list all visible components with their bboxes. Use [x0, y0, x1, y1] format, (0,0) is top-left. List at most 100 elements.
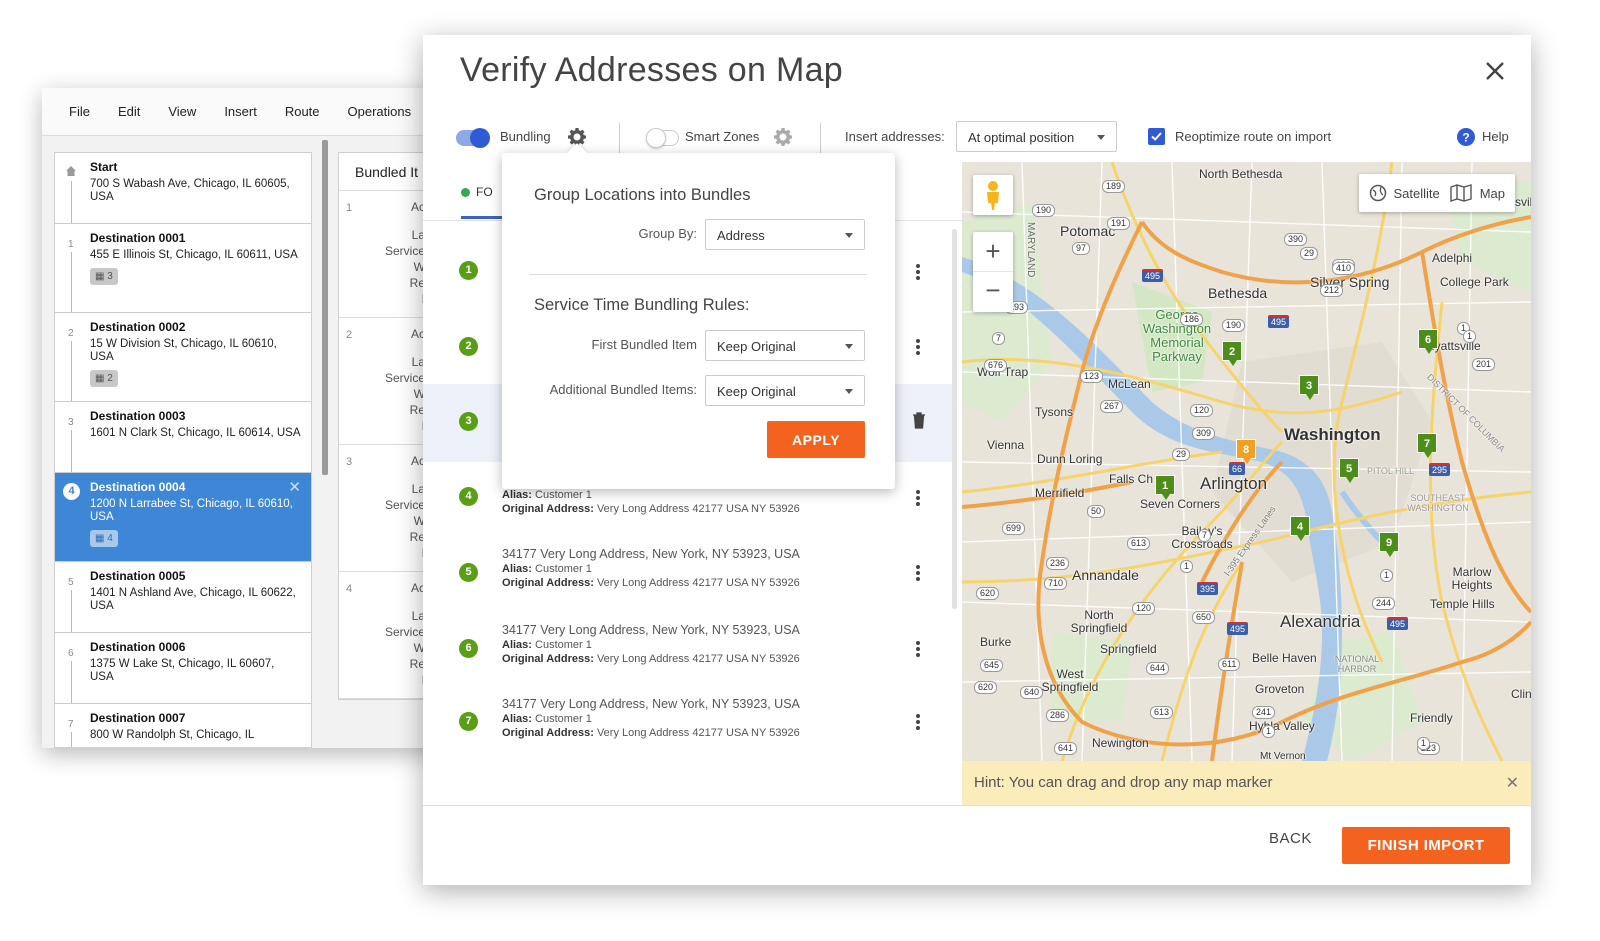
- insert-addresses-label: Insert addresses:: [845, 129, 945, 144]
- menu-route[interactable]: Route: [285, 104, 320, 119]
- field-label: La: [411, 609, 425, 623]
- menu-insert[interactable]: Insert: [224, 104, 257, 119]
- satellite-button[interactable]: Satellite: [1393, 186, 1439, 201]
- more-vert-icon[interactable]: [913, 640, 923, 658]
- place-label: Annandale: [1072, 567, 1139, 583]
- bundling-toggle[interactable]: [456, 128, 490, 148]
- map-marker-3[interactable]: 3: [1299, 375, 1319, 400]
- row-number-badge: 3: [459, 412, 478, 431]
- more-vert-icon[interactable]: [913, 338, 923, 356]
- place-label: North Springfield: [1070, 608, 1128, 635]
- menu-edit[interactable]: Edit: [118, 104, 140, 119]
- route-shield: 395: [1197, 582, 1219, 595]
- map-marker-9[interactable]: 9: [1379, 532, 1399, 557]
- map-button[interactable]: Map: [1480, 186, 1505, 201]
- gear-icon[interactable]: [773, 127, 793, 147]
- stop-destination-0002[interactable]: 2 Destination 0002 15 W Division St, Chi…: [55, 313, 311, 402]
- row-number-badge: 2: [459, 337, 478, 356]
- route-shield: 267: [1100, 400, 1124, 413]
- route-shield: 1: [1262, 725, 1276, 738]
- bundle-icon: ▦: [95, 373, 108, 384]
- stop-title: Start: [90, 160, 118, 174]
- stop-destination-0007[interactable]: 7 Destination 0007 800 W Randolph St, Ch…: [55, 704, 311, 747]
- map-marker-6[interactable]: 6: [1418, 329, 1438, 354]
- smart-zones-toggle[interactable]: [646, 128, 679, 148]
- place-label: Newington: [1092, 736, 1149, 750]
- help-icon[interactable]: ?: [1457, 128, 1475, 146]
- close-icon[interactable]: [1481, 57, 1509, 85]
- field-label: Re: [409, 657, 425, 671]
- map-marker-8[interactable]: 8: [1236, 439, 1256, 464]
- bundle-count: 2: [107, 373, 113, 384]
- close-icon[interactable]: ✕: [1506, 773, 1519, 793]
- address-row[interactable]: 6 34177 Very Long Address, New York, NY …: [423, 617, 953, 683]
- menu-view[interactable]: View: [168, 104, 196, 119]
- more-vert-icon[interactable]: [913, 713, 923, 731]
- close-icon[interactable]: ✕: [288, 480, 301, 495]
- apply-button[interactable]: APPLY: [767, 421, 865, 458]
- stop-destination-0006[interactable]: 6 Destination 0006 1375 W Lake St, Chica…: [55, 633, 311, 704]
- address-details: 34177 Very Long Address, New York, NY 53…: [502, 547, 800, 590]
- insert-addresses-select[interactable]: At optimal position: [956, 121, 1117, 152]
- map-marker-2[interactable]: 2: [1222, 341, 1242, 366]
- route-shield: 495: [1142, 269, 1164, 282]
- route-shield: 7: [992, 332, 1006, 345]
- place-label: McLean: [1108, 377, 1151, 391]
- route-shield: 309: [1192, 427, 1216, 440]
- stop-destination-0005[interactable]: 5 Destination 0005 1401 N Ashland Ave, C…: [55, 562, 311, 633]
- route-line: [71, 661, 72, 703]
- route-shield: 676: [984, 359, 1008, 372]
- map-view[interactable]: North Bethesda Potomac Bethesda Silver S…: [962, 162, 1531, 761]
- field-label: La: [411, 355, 425, 369]
- map-marker-5[interactable]: 5: [1339, 458, 1359, 483]
- menu-operations[interactable]: Operations: [348, 104, 412, 119]
- place-label: Falls Ch: [1109, 472, 1154, 486]
- map-marker-7[interactable]: 7: [1417, 433, 1437, 458]
- chevron-down-icon: [845, 389, 853, 394]
- stop-start[interactable]: Start 700 S Wabash Ave, Chicago, IL 6060…: [55, 153, 311, 224]
- original-address-line: Original Address: Very Long Address 4217…: [502, 502, 800, 516]
- more-vert-icon[interactable]: [913, 489, 923, 507]
- trash-icon[interactable]: [911, 411, 927, 429]
- map-marker-4[interactable]: 4: [1290, 516, 1310, 541]
- place-label: Groveton: [1255, 682, 1305, 696]
- address-list-scrollbar[interactable]: [952, 229, 957, 609]
- route-shield: 190: [1032, 204, 1056, 217]
- address-row[interactable]: 5 34177 Very Long Address, New York, NY …: [423, 541, 953, 607]
- help-label[interactable]: Help: [1482, 129, 1509, 144]
- route-shield: 1: [1380, 569, 1394, 582]
- reoptimize-checkbox[interactable]: [1148, 128, 1165, 145]
- reoptimize-label: Reoptimize route on import: [1175, 129, 1332, 144]
- more-vert-icon[interactable]: [913, 263, 923, 281]
- finish-import-button[interactable]: FINISH IMPORT: [1342, 827, 1510, 864]
- alias-label: Alias:: [502, 713, 532, 725]
- stop-destination-0001[interactable]: 1 Destination 0001 455 E Illinois St, Ch…: [55, 224, 311, 313]
- street-view-pegman[interactable]: [973, 175, 1013, 215]
- stop-list-scrollbar[interactable]: [322, 140, 328, 475]
- stop-destination-0003[interactable]: 3 Destination 0003 1601 N Clark St, Chic…: [55, 402, 311, 473]
- group-by-select[interactable]: Address: [705, 219, 865, 250]
- stop-title: Destination 0001: [90, 231, 186, 245]
- address-details: Alias: Customer 1 Original Address: Very…: [502, 488, 800, 516]
- map-marker-1[interactable]: 1: [1155, 475, 1175, 500]
- original-address-label: Original Address:: [502, 727, 594, 739]
- row-number-badge: 4: [459, 487, 478, 506]
- region-label: PITOL HILL: [1367, 466, 1415, 476]
- zoom-out-button[interactable]: −: [973, 272, 1013, 312]
- zoom-in-button[interactable]: +: [973, 232, 1013, 272]
- back-button[interactable]: BACK: [1269, 830, 1312, 847]
- additional-bundled-select[interactable]: Keep Original: [705, 375, 865, 406]
- address-row[interactable]: 7 34177 Very Long Address, New York, NY …: [423, 690, 953, 756]
- stop-number: 3: [68, 417, 74, 428]
- toolbar-divider: [820, 123, 821, 153]
- hint-text: Hint: You can drag and drop any map mark…: [974, 774, 1273, 791]
- field-label: W: [413, 514, 425, 528]
- tab-found[interactable]: FO: [461, 161, 503, 219]
- route-shield: 97: [1072, 242, 1091, 255]
- first-bundled-select[interactable]: Keep Original: [705, 330, 865, 361]
- menu-file[interactable]: File: [69, 104, 90, 119]
- more-vert-icon[interactable]: [913, 564, 923, 582]
- modal-title: Verify Addresses on Map: [460, 51, 843, 89]
- place-label: Alexandria: [1280, 612, 1361, 631]
- stop-destination-0004[interactable]: 4 ✕ Destination 0004 1200 N Larrabee St,…: [55, 473, 311, 562]
